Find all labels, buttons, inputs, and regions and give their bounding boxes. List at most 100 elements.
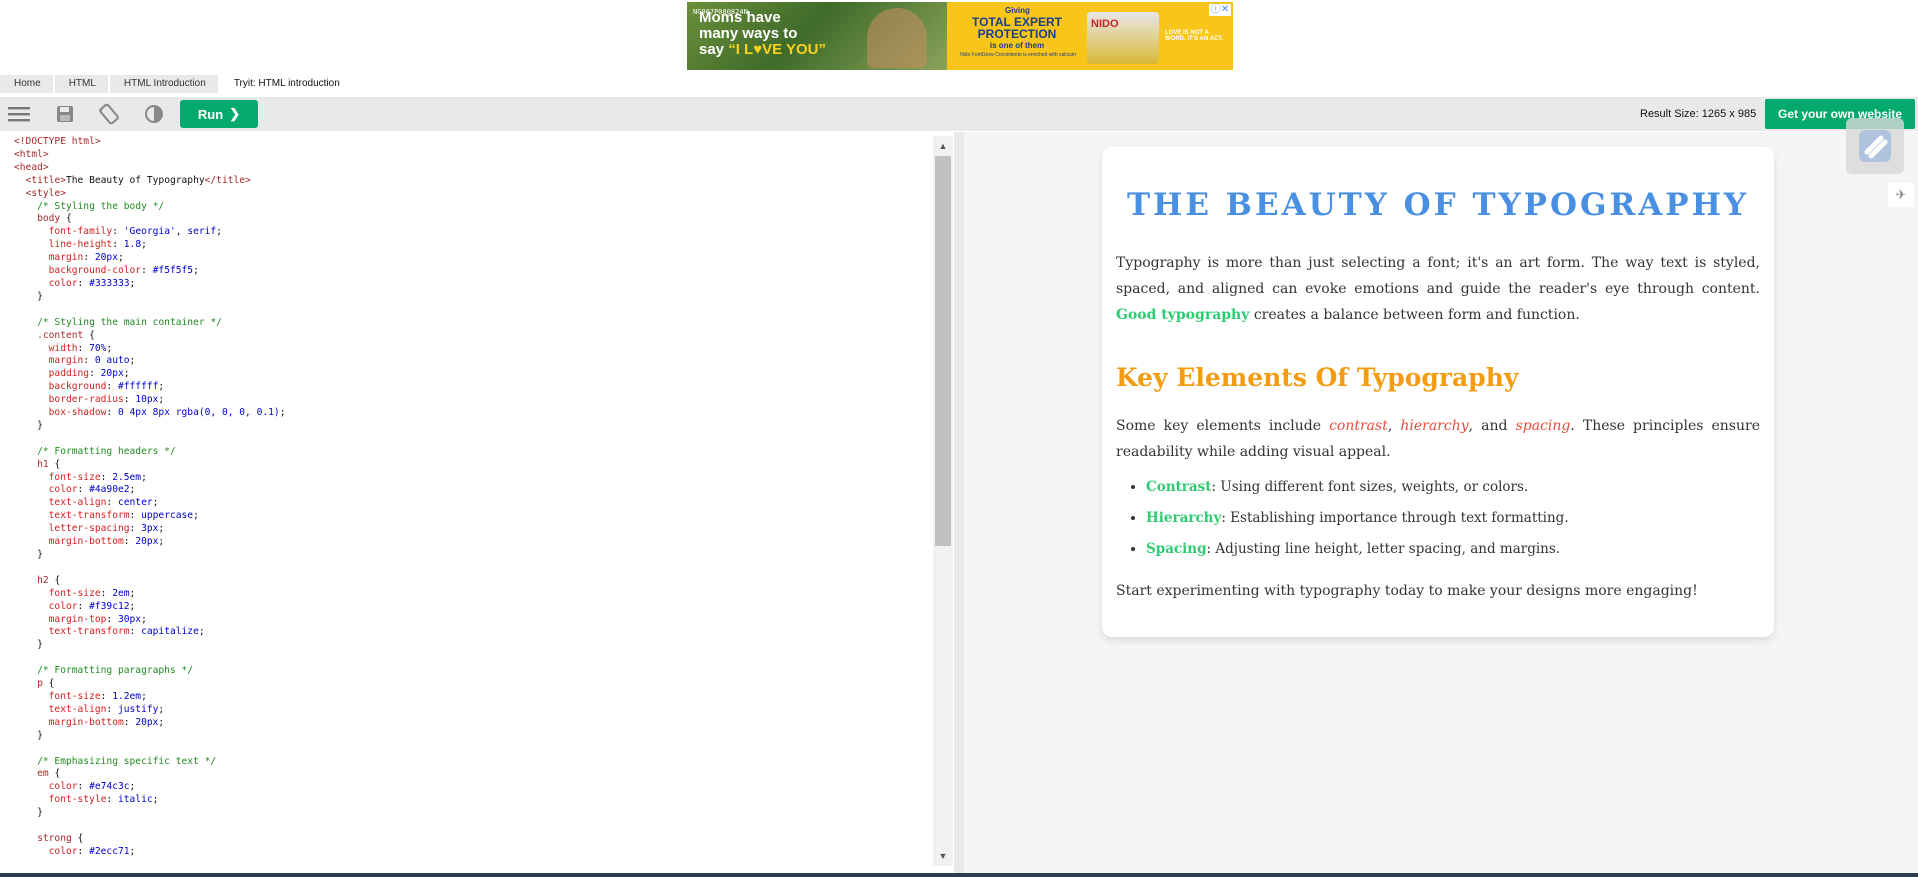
elements-list: Contrast: Using different font sizes, we…	[1116, 474, 1569, 567]
code-line[interactable]	[14, 652, 286, 665]
code-line[interactable]: /* Styling the main container */	[14, 317, 286, 330]
code-line[interactable]: <!DOCTYPE html>	[14, 136, 286, 149]
code-line[interactable]: text-align: center;	[14, 497, 286, 510]
rotate-icon[interactable]	[97, 103, 121, 125]
code-line[interactable]: text-transform: capitalize;	[14, 626, 286, 639]
intro-paragraph: Typography is more than just selecting a…	[1116, 255, 1760, 323]
code-line[interactable]	[14, 304, 286, 317]
panel-divider[interactable]	[954, 132, 964, 877]
strong-good-typography: Good typography	[1116, 307, 1250, 323]
code-line[interactable]: font-family: 'Georgia', serif;	[14, 226, 286, 239]
ad-protection-text: TOTAL EXPERT PROTECTION	[971, 15, 1062, 41]
section-heading: Key Elements Of Typography	[1116, 363, 1519, 392]
code-line[interactable]: font-size: 2.5em;	[14, 472, 286, 485]
code-line[interactable]: color: #4a90e2;	[14, 484, 286, 497]
code-line[interactable]: box-shadow: 0 4px 8px rgba(0, 0, 0, 0.1)…	[14, 407, 286, 420]
code-line[interactable]: color: #f39c12;	[14, 601, 286, 614]
code-line[interactable]: /* Styling the body */	[14, 201, 286, 214]
code-editor[interactable]: <!DOCTYPE html> <html> <head> <title>The B…	[8, 132, 955, 866]
run-button[interactable]: Run ❯	[180, 100, 258, 128]
code-line[interactable]: margin-bottom: 20px;	[14, 717, 286, 730]
code-line[interactable]: <title>The Beauty of Typography</title>	[14, 175, 286, 188]
code-line[interactable]: color: #e74c3c;	[14, 781, 286, 794]
ad-photo-panel[interactable]: Moms have many ways to say “I L♥VE YOU” …	[687, 2, 947, 70]
code-line[interactable]: /* Formatting paragraphs */	[14, 665, 286, 678]
code-line[interactable]: margin: 20px;	[14, 252, 286, 265]
code-line[interactable]: p {	[14, 678, 286, 691]
code-line[interactable]: text-align: justify;	[14, 704, 286, 717]
code-line[interactable]: strong {	[14, 833, 286, 846]
list-item: Contrast: Using different font sizes, we…	[1146, 474, 1569, 505]
content-card: The Beauty of Typography Typography is m…	[1102, 147, 1774, 637]
advertisement-banner[interactable]: Moms have many ways to say “I L♥VE YOU” …	[687, 2, 1233, 70]
code-line[interactable]: background: #ffffff;	[14, 381, 286, 394]
code-line[interactable]	[14, 820, 286, 833]
bottom-edge	[0, 873, 1918, 877]
code-line[interactable]: background-color: #f5f5f5;	[14, 265, 286, 278]
code-line[interactable]: em {	[14, 768, 286, 781]
code-line[interactable]: .content {	[14, 330, 286, 343]
ad-one-of-them: is one of them	[989, 41, 1045, 50]
ad-product-image: NIDO	[1087, 12, 1159, 64]
code-line[interactable]: body {	[14, 213, 286, 226]
code-line[interactable]: <html>	[14, 149, 286, 162]
code-line[interactable]	[14, 562, 286, 575]
editor-scrollbar[interactable]: ▲ ▼	[933, 136, 953, 866]
code-line[interactable]: font-style: italic;	[14, 794, 286, 807]
result-size: Result Size: 1265 x 985	[1640, 108, 1757, 120]
code-line[interactable]: border-radius: 10px;	[14, 394, 286, 407]
code-line[interactable]	[14, 743, 286, 756]
save-icon[interactable]	[53, 103, 77, 125]
code-line[interactable]: margin-bottom: 20px;	[14, 536, 286, 549]
code-line[interactable]: <head>	[14, 162, 286, 175]
breadcrumb-current: Tryit: HTML introduction	[233, 78, 340, 89]
code-line[interactable]: h1 {	[14, 459, 286, 472]
rocket-icon[interactable]: ✈	[1888, 183, 1914, 207]
code-line[interactable]: margin: 0 auto;	[14, 355, 286, 368]
scroll-down-icon[interactable]: ▼	[937, 850, 949, 862]
code-line[interactable]: width: 70%;	[14, 343, 286, 356]
breadcrumb-home[interactable]: Home	[0, 75, 53, 93]
ad-slogan: LOVE IS NOT A WORD. IT'S AN ACT.	[1165, 30, 1223, 42]
code-line[interactable]: }	[14, 420, 286, 433]
em-contrast: contrast	[1329, 418, 1388, 434]
code-line[interactable]: color: #2ecc71;	[14, 846, 286, 859]
code-line[interactable]: color: #333333;	[14, 278, 286, 291]
code-line[interactable]: }	[14, 639, 286, 652]
menu-icon[interactable]	[7, 103, 31, 125]
code-line[interactable]: margin-top: 30px;	[14, 614, 286, 627]
ad-product-panel[interactable]: Giving TOTAL EXPERT PROTECTION is one of…	[947, 2, 1233, 70]
code-line[interactable]: }	[14, 549, 286, 562]
code-line[interactable]: line-height: 1.8;	[14, 239, 286, 252]
result-panel: The Beauty of Typography Typography is m…	[964, 132, 1918, 877]
code-line[interactable]: font-size: 2em;	[14, 588, 286, 601]
chevron-right-icon: ❯	[229, 106, 241, 121]
code-line[interactable]: }	[14, 730, 286, 743]
em-spacing: spacing	[1515, 418, 1571, 434]
scrollbar-thumb[interactable]	[935, 156, 951, 546]
code-line[interactable]: font-size: 1.2em;	[14, 691, 286, 704]
code-text[interactable]: <!DOCTYPE html> <html> <head> <title>The B…	[14, 136, 286, 859]
contrast-icon[interactable]	[142, 103, 166, 125]
ad-close-icon[interactable]: ⓘ✕	[1209, 4, 1231, 16]
page-heading: The Beauty of Typography	[1126, 187, 1750, 223]
breadcrumb: Home HTML HTML Introduction Tryit: HTML …	[0, 75, 354, 93]
code-line[interactable]	[14, 433, 286, 446]
code-line[interactable]: padding: 20px;	[14, 368, 286, 381]
floating-widget-icon[interactable]	[1846, 118, 1904, 174]
ad-fine-print: Nido FortiGrow Crecimiento is enriched w…	[960, 52, 1076, 58]
code-line[interactable]: }	[14, 807, 286, 820]
list-item: Spacing: Adjusting line height, letter s…	[1146, 536, 1569, 567]
closing-paragraph: Start experimenting with typography toda…	[1116, 583, 1698, 599]
scroll-up-icon[interactable]: ▲	[937, 140, 949, 152]
code-line[interactable]: text-transform: uppercase;	[14, 510, 286, 523]
code-line[interactable]: h2 {	[14, 575, 286, 588]
code-line[interactable]: }	[14, 291, 286, 304]
code-line[interactable]: <style>	[14, 188, 286, 201]
code-line[interactable]: /* Emphasizing specific text */	[14, 756, 286, 769]
code-line[interactable]: letter-spacing: 3px;	[14, 523, 286, 536]
breadcrumb-html[interactable]: HTML	[54, 75, 108, 93]
breadcrumb-html-introduction[interactable]: HTML Introduction	[109, 75, 218, 93]
code-line[interactable]: /* Formatting headers */	[14, 446, 286, 459]
toolbar: Run ❯ Result Size: 1265 x 985 Get your o…	[0, 97, 1918, 131]
